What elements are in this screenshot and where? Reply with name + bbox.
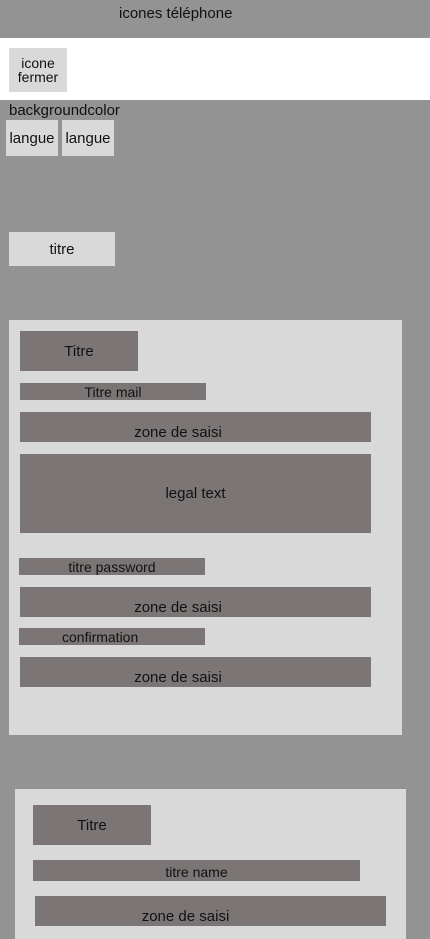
legal-text: legal text [20,454,371,533]
password-input-text: zone de saisi [134,598,222,616]
name-input-text: zone de saisi [141,907,230,925]
confirmation-input[interactable]: zone de saisi [20,657,371,687]
password-input[interactable]: zone de saisi [20,587,371,617]
close-button[interactable]: icone fermer [9,48,67,92]
page-title: titre [9,232,115,266]
background-color-label: backgroundcolor [9,102,120,119]
confirmation-title-label: confirmation [19,628,205,645]
confirmation-input-text: zone de saisi [134,668,222,686]
password-title-label: titre password [19,558,205,575]
close-icon-label-line1: icone [21,55,55,71]
language-button-2[interactable]: langue [62,120,114,156]
mail-input[interactable]: zone de saisi [20,412,371,442]
name-title-label: titre name [33,860,360,881]
status-bar: icones téléphone [0,0,430,38]
mail-title-label: Titre mail [20,383,206,400]
close-icon-label-line2: fermer [17,69,59,85]
status-bar-label: icones téléphone [119,5,233,22]
name-input[interactable]: zone de saisi [35,896,386,926]
form-title: Titre [20,331,138,371]
name-form-title: Titre [33,805,151,845]
language-button-1[interactable]: langue [6,120,58,156]
mail-input-text: zone de saisi [134,423,222,441]
